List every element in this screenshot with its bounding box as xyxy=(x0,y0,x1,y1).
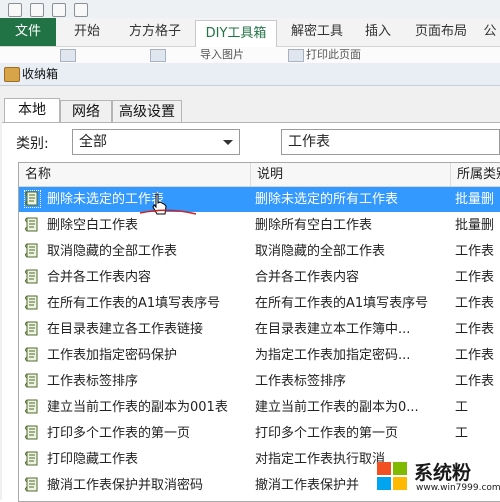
item-category: 工作表 xyxy=(455,296,495,311)
redo-icon[interactable] xyxy=(52,3,66,17)
script-book-icon xyxy=(25,243,40,259)
dialog-title: 收纳箱 xyxy=(22,67,59,81)
list-item[interactable]: 删除空白工作表 删除所有空白工作表 批量删 xyxy=(19,213,500,238)
script-book-icon xyxy=(25,347,40,363)
item-description: 工作表标签排序 xyxy=(255,374,347,389)
ribbon-print-page[interactable]: 打印此页面 xyxy=(306,49,361,61)
annotation-mark xyxy=(139,209,197,215)
item-category: 工作表 xyxy=(455,322,495,337)
ribbon-tool-icon[interactable] xyxy=(60,49,76,62)
item-category: 工作表 xyxy=(455,374,495,389)
list-item[interactable]: 合并各工作表内容 合并各工作表内容 工作表 xyxy=(19,265,500,290)
item-name: 在目录表建立各工作表链接 xyxy=(47,322,204,337)
item-name: 建立当前工作表的副本为001表 xyxy=(47,400,228,415)
item-category: 批量删 xyxy=(455,192,495,207)
tab-formulas[interactable]: 公 xyxy=(480,18,500,46)
script-book-icon xyxy=(25,269,40,285)
category-label: 类别: xyxy=(16,136,49,152)
watermark: 系统粉 www.win7999.com xyxy=(376,456,500,500)
script-book-icon xyxy=(25,373,40,389)
item-description: 删除未选定的所有工作表 xyxy=(255,192,399,207)
script-book-icon xyxy=(25,321,40,337)
item-name: 取消隐藏的全部工作表 xyxy=(47,244,178,259)
item-name: 工作表加指定密码保护 xyxy=(47,348,178,363)
column-header-category[interactable]: 所属类别 xyxy=(451,163,500,186)
script-book-icon xyxy=(25,425,40,441)
item-description: 打印多个工作表的第一页 xyxy=(255,426,399,441)
script-book-icon xyxy=(24,190,41,208)
storage-box-dialog: 收纳箱 本地 网络 高级设置 类别: 全部 工作表 名称 说明 所属类别 删除未… xyxy=(0,63,500,502)
tab-page-layout[interactable]: 页面布局 xyxy=(405,18,477,46)
category-select[interactable]: 全部 xyxy=(72,129,240,155)
list-item[interactable]: 在所有工作表的A1填写表序号 在所有工作表的A1填写表序号 工作表 xyxy=(19,291,500,316)
list-header: 名称 说明 所属类别 xyxy=(19,163,500,187)
script-book-icon xyxy=(25,217,40,233)
category-value: 全部 xyxy=(79,134,107,150)
item-name: 合并各工作表内容 xyxy=(47,270,152,285)
item-category: 工作表 xyxy=(455,270,495,285)
script-book-icon xyxy=(25,451,40,467)
save-icon[interactable] xyxy=(8,3,22,17)
watermark-url: www.win7999.com xyxy=(416,483,500,493)
ribbon-tab-bar: 文件 开始 方方格子 DIY工具箱 解密工具 插入 页面布局 公 xyxy=(0,18,500,48)
list-item[interactable]: 删除未选定的工作表 删除未选定的所有工作表 批量删 xyxy=(19,187,500,212)
list-item[interactable]: 工作表标签排序 工作表标签排序 工作表 xyxy=(19,369,500,394)
ribbon-import-image[interactable]: 导入图片 xyxy=(200,49,244,61)
search-input[interactable]: 工作表 xyxy=(281,129,500,155)
item-category: 工作表 xyxy=(455,348,495,363)
item-category: 工 xyxy=(455,400,469,415)
item-name: 撤消工作表保护并取消密码 xyxy=(47,478,204,493)
script-book-icon xyxy=(25,295,40,311)
tab-local[interactable]: 本地 xyxy=(4,98,60,123)
dialog-titlebar[interactable]: 收纳箱 xyxy=(0,63,500,86)
item-description: 删除所有空白工作表 xyxy=(255,218,373,233)
customize-icon[interactable] xyxy=(74,3,88,17)
item-description: 取消隐藏的全部工作表 xyxy=(255,244,386,259)
item-category: 工作表 xyxy=(455,244,495,259)
item-name: 打印隐藏工作表 xyxy=(47,452,139,467)
ribbon-tool-icon[interactable] xyxy=(288,49,304,62)
list-item[interactable]: 工作表加指定密码保护 为指定工作表加指定密码... 工作表 xyxy=(19,343,500,368)
tab-advanced-settings[interactable]: 高级设置 xyxy=(112,100,182,123)
tab-file[interactable]: 文件 xyxy=(0,18,56,46)
tab-insert[interactable]: 插入 xyxy=(356,18,400,46)
column-header-name[interactable]: 名称 xyxy=(19,163,251,186)
item-category: 批量删 xyxy=(455,218,495,233)
list-item[interactable]: 打印多个工作表的第一页 打印多个工作表的第一页 工 xyxy=(19,421,500,446)
undo-icon[interactable] xyxy=(30,3,44,17)
watermark-text: 系统粉 xyxy=(414,462,472,484)
tab-home[interactable]: 开始 xyxy=(62,18,112,46)
script-book-icon xyxy=(25,477,40,493)
ribbon-body: 导入图片 打印此页面 xyxy=(0,47,500,64)
list-item[interactable]: 建立当前工作表的副本为001表 建立当前工作表的副本为0... 工 xyxy=(19,395,500,420)
list-item[interactable]: 取消隐藏的全部工作表 取消隐藏的全部工作表 工作表 xyxy=(19,239,500,264)
item-name: 工作表标签排序 xyxy=(47,374,139,389)
item-name: 在所有工作表的A1填写表序号 xyxy=(47,296,221,311)
tab-ffgz[interactable]: 方方格子 xyxy=(120,18,190,46)
script-book-icon xyxy=(25,399,40,415)
item-description: 在所有工作表的A1填写表序号 xyxy=(255,296,429,311)
item-description: 建立当前工作表的副本为0... xyxy=(255,400,419,415)
windows-logo-icon xyxy=(377,462,407,490)
item-name: 打印多个工作表的第一页 xyxy=(47,426,191,441)
tab-network[interactable]: 网络 xyxy=(60,100,112,123)
ribbon-tool-icon[interactable] xyxy=(150,49,166,62)
column-header-description[interactable]: 说明 xyxy=(251,163,451,186)
box-icon xyxy=(4,67,20,82)
quick-access-toolbar xyxy=(0,0,500,18)
item-category: 工 xyxy=(455,426,469,441)
chevron-down-icon[interactable] xyxy=(223,140,233,145)
macro-list: 名称 说明 所属类别 删除未选定的工作表删除未选定的所有工作表批量删删除空白工作… xyxy=(18,162,500,502)
item-description: 合并各工作表内容 xyxy=(255,270,360,285)
item-description: 在目录表建立本工作簿中... xyxy=(255,322,411,337)
item-description: 为指定工作表加指定密码... xyxy=(255,348,411,363)
list-item[interactable]: 在目录表建立各工作表链接 在目录表建立本工作簿中... 工作表 xyxy=(19,317,500,342)
tab-diy-toolbox[interactable]: DIY工具箱 xyxy=(195,20,277,48)
tab-decrypt-tools[interactable]: 解密工具 xyxy=(282,18,352,46)
